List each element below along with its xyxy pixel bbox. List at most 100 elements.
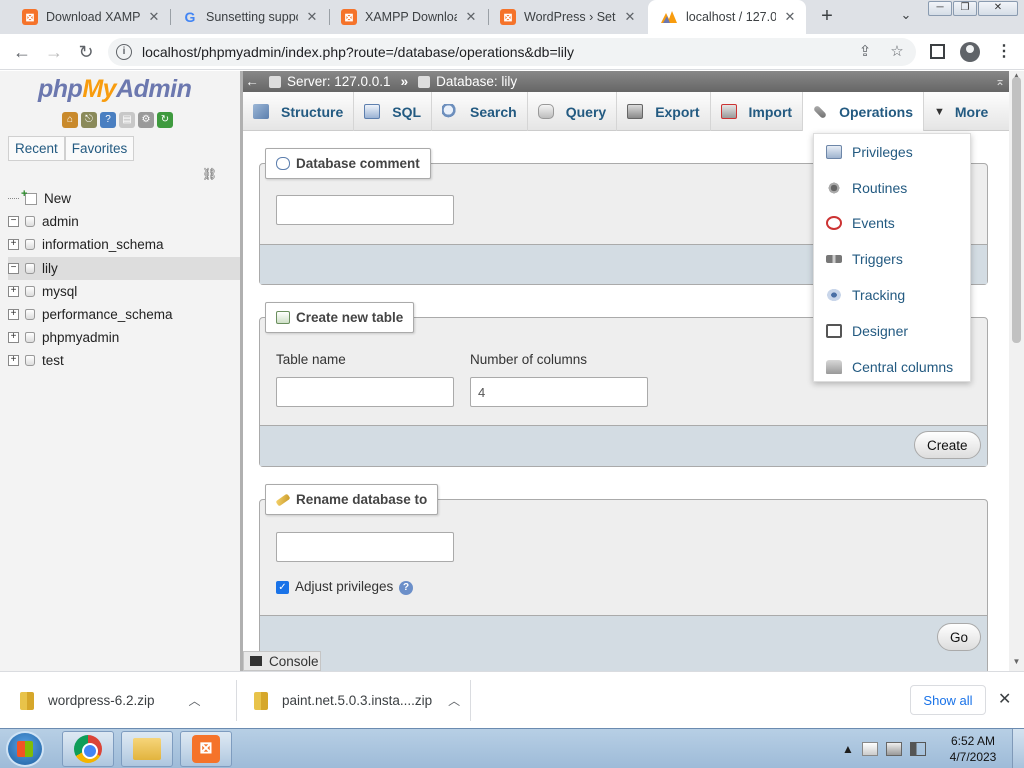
kebab-menu-icon[interactable]: ⋮ xyxy=(996,40,1012,64)
expand-icon[interactable]: + xyxy=(8,355,19,367)
collapse-top-icon[interactable]: ⌅ xyxy=(995,74,1005,88)
menu-item-label[interactable]: Designer xyxy=(852,323,908,339)
action-center-icon[interactable] xyxy=(861,742,878,756)
menu-item-label[interactable]: Privileges xyxy=(852,144,913,160)
browser-tab[interactable]: ⊠ Download XAMPP ✕ xyxy=(10,0,170,34)
collapse-icon[interactable]: − xyxy=(8,216,19,228)
tree-item-information-schema[interactable]: + information_schema xyxy=(8,233,240,256)
tree-item-label[interactable]: lily xyxy=(42,261,58,276)
adjust-privileges-checkbox[interactable]: ✓ xyxy=(276,581,289,594)
windows-start-button[interactable] xyxy=(6,731,44,767)
help-icon[interactable]: ? xyxy=(399,581,413,595)
tab-label[interactable]: Import xyxy=(749,104,793,120)
tab-import[interactable]: Import xyxy=(711,92,804,131)
create-button[interactable]: Create xyxy=(914,431,981,459)
chevron-down-icon[interactable]: ⌄ xyxy=(896,7,916,27)
tree-item-performance-schema[interactable]: + performance_schema xyxy=(8,303,240,326)
breadcrumb-database[interactable]: Database: lily xyxy=(418,74,517,89)
side-panel-icon[interactable] xyxy=(930,44,945,59)
restore-button[interactable]: ❐ xyxy=(953,1,977,16)
tree-item-label[interactable]: mysql xyxy=(42,284,77,299)
profile-avatar-icon[interactable] xyxy=(960,42,980,62)
tab-label[interactable]: Export xyxy=(655,104,699,120)
tree-item-new[interactable]: New xyxy=(8,187,240,210)
chevron-up-icon[interactable]: ︿ xyxy=(189,692,201,709)
address-bar[interactable]: i localhost/phpmyadmin/index.php?route=/… xyxy=(108,38,916,66)
tree-item-label[interactable]: phpmyadmin xyxy=(42,330,119,345)
reload-icon[interactable]: ↻ xyxy=(74,40,98,64)
docs-icon[interactable]: ▤ xyxy=(119,112,135,128)
new-tab-button[interactable]: + xyxy=(816,6,838,28)
show-all-downloads-button[interactable]: Show all xyxy=(910,685,986,715)
tab-label[interactable]: Search xyxy=(470,104,517,120)
tab-label[interactable]: More xyxy=(955,104,988,120)
tab-label[interactable]: Structure xyxy=(281,104,343,120)
tray-expand-icon[interactable]: ▲ xyxy=(842,742,854,756)
close-icon[interactable]: ✕ xyxy=(304,9,320,25)
back-arrow-icon[interactable]: ← xyxy=(10,40,34,64)
phpmyadmin-logo[interactable]: phpMyAdmin xyxy=(38,75,192,104)
number-of-columns-input[interactable] xyxy=(470,377,648,407)
tab-operations[interactable]: Operations xyxy=(803,92,924,131)
browser-tab-active[interactable]: localhost / 127.0.0 ✕ xyxy=(648,0,806,34)
volume-icon[interactable] xyxy=(909,742,926,756)
show-desktop-button[interactable] xyxy=(1012,729,1024,768)
close-window-button[interactable]: ✕ xyxy=(978,1,1018,16)
adjust-privileges-label[interactable]: Adjust privileges xyxy=(295,579,393,594)
tree-item-label[interactable]: admin xyxy=(42,214,79,229)
menu-item-privileges[interactable]: Privileges xyxy=(814,134,970,170)
help-icon[interactable]: ? xyxy=(100,112,116,128)
menu-item-routines[interactable]: Routines xyxy=(814,170,970,206)
browser-tab[interactable]: G Sunsetting suppo ✕ xyxy=(170,0,328,34)
download-item[interactable]: paint.net.5.0.3.insta....zip ︿ xyxy=(254,672,460,729)
tab-sql[interactable]: SQL xyxy=(354,92,433,131)
tab-more[interactable]: ▼ More xyxy=(924,92,998,131)
download-filename[interactable]: paint.net.5.0.3.insta....zip xyxy=(282,693,432,708)
tree-item-phpmyadmin[interactable]: + phpmyadmin xyxy=(8,326,240,349)
menu-item-central-columns[interactable]: Central columns xyxy=(814,349,970,385)
tree-item-label[interactable]: New xyxy=(44,191,71,206)
network-icon[interactable] xyxy=(885,742,902,756)
close-icon[interactable]: ✕ xyxy=(622,9,638,25)
tree-item-label[interactable]: test xyxy=(42,353,64,368)
tree-item-lily[interactable]: − lily xyxy=(8,256,240,280)
tree-item-label[interactable]: information_schema xyxy=(42,237,164,252)
forward-arrow-icon[interactable]: → xyxy=(42,40,66,64)
download-item[interactable]: wordpress-6.2.zip ︿ xyxy=(20,672,201,729)
breadcrumb-database-label[interactable]: Database: lily xyxy=(436,74,517,89)
menu-item-label[interactable]: Tracking xyxy=(852,287,905,303)
url-text[interactable]: localhost/phpmyadmin/index.php?route=/da… xyxy=(142,44,574,60)
expand-icon[interactable]: + xyxy=(8,332,19,344)
menu-item-tracking[interactable]: Tracking xyxy=(814,277,970,313)
tab-export[interactable]: Export xyxy=(617,92,711,131)
xampp-taskbar-button[interactable]: ⊠ xyxy=(180,731,232,767)
breadcrumb-server[interactable]: Server: 127.0.0.1 xyxy=(269,74,391,89)
tab-search[interactable]: Search xyxy=(432,92,528,131)
close-icon[interactable]: ✕ xyxy=(782,9,798,25)
close-icon[interactable]: ✕ xyxy=(998,689,1011,709)
share-icon[interactable]: ⇪ xyxy=(856,43,874,61)
go-button[interactable]: Go xyxy=(937,623,982,651)
database-comment-input[interactable] xyxy=(276,195,454,225)
scrollbar-thumb[interactable] xyxy=(1012,77,1021,343)
menu-item-triggers[interactable]: Triggers xyxy=(814,241,970,277)
browser-tab[interactable]: ⊠ XAMPP Downloa ✕ xyxy=(329,0,487,34)
reload-icon[interactable]: ↻ xyxy=(157,112,173,128)
download-filename[interactable]: wordpress-6.2.zip xyxy=(48,693,155,708)
menu-item-events[interactable]: Events xyxy=(814,206,970,242)
table-name-input[interactable] xyxy=(276,377,454,407)
scroll-down-arrow-icon[interactable]: ▼ xyxy=(1012,657,1021,666)
settings-gear-icon[interactable]: ⚙ xyxy=(138,112,154,128)
back-arrow-icon[interactable]: ← xyxy=(243,74,261,89)
tab-label[interactable]: Operations xyxy=(839,104,913,120)
tab-structure[interactable]: Structure xyxy=(243,92,355,131)
rename-database-input[interactable] xyxy=(276,532,454,562)
menu-item-label[interactable]: Events xyxy=(852,215,895,231)
bookmark-star-icon[interactable]: ☆ xyxy=(888,43,906,61)
close-icon[interactable]: ✕ xyxy=(463,9,479,25)
info-icon[interactable]: i xyxy=(116,44,132,60)
menu-item-label[interactable]: Routines xyxy=(852,180,907,196)
tree-item-test[interactable]: + test xyxy=(8,349,240,372)
tab-query[interactable]: Query xyxy=(528,92,618,131)
minimize-button[interactable]: ─ xyxy=(928,1,952,16)
